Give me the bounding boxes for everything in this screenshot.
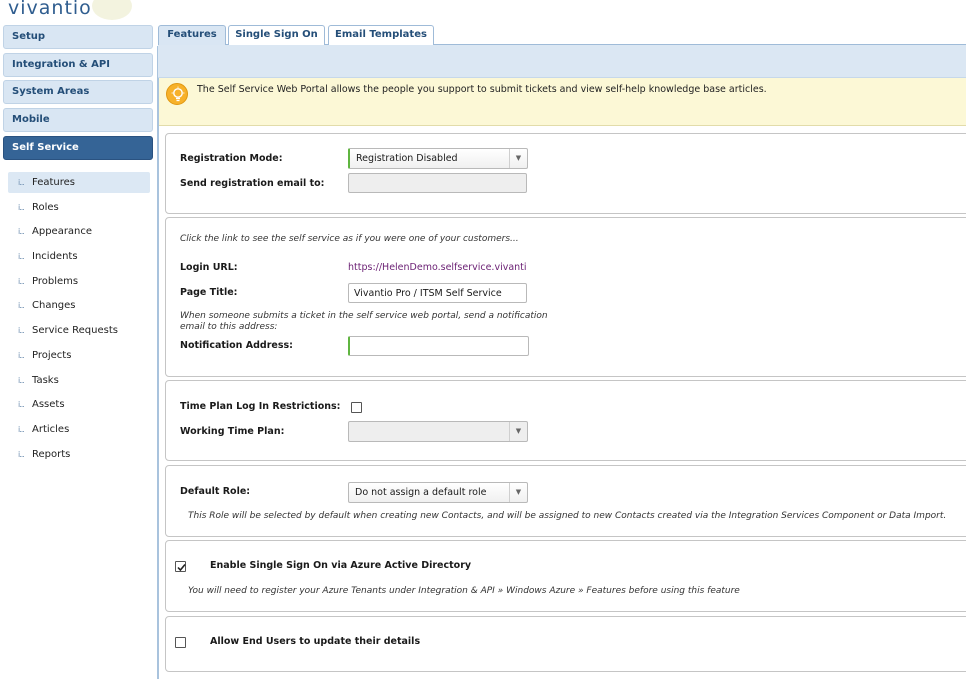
tab-single-sign-on[interactable]: Single Sign On [228,25,325,45]
nav-group-setup[interactable]: Setup [3,25,153,49]
tree-connector-icon: i... [18,424,25,434]
info-banner: The Self Service Web Portal allows the p… [159,78,966,126]
chevron-down-icon: ▼ [509,149,527,168]
registration-email-field[interactable] [348,173,527,193]
subnav-item-problems[interactable]: i... Problems [8,271,150,292]
default-role-select[interactable]: Do not assign a default role ▼ [348,482,528,503]
registration-mode-select[interactable]: Registration Disabled ▼ [348,148,528,169]
portal-settings-panel: Click the link to see the self service a… [165,217,966,377]
vivantio-logo: vivantio [8,0,92,19]
tab-email-templates[interactable]: Email Templates [328,25,434,45]
default-role-hint: This Role will be selected by default wh… [188,511,947,521]
subnav-item-label: Changes [32,300,76,312]
portal-hint-text: Click the link to see the self service a… [180,234,519,244]
logo-decoration [92,0,132,20]
working-time-plan-label: Working Time Plan: [180,426,285,437]
subnav-item-features[interactable]: i... Features [8,172,150,193]
subnav-item-changes[interactable]: i... Changes [8,295,150,316]
tree-connector-icon: i... [18,449,25,459]
nav-divider [157,46,159,679]
registration-email-label: Send registration email to: [180,178,325,189]
registration-panel: Registration Mode: Registration Disabled… [165,133,966,214]
self-service-subnav: i... Features i... Roles i... Appearance i.… [8,172,150,468]
subnav-item-label: Incidents [32,251,78,263]
end-user-update-label: Allow End Users to update their details [210,636,421,647]
subnav-item-roles[interactable]: i... Roles [8,197,150,218]
single-sign-on-panel: Enable Single Sign On via Azure Active D… [165,540,966,612]
notification-hint-line1: When someone submits a ticket in the sel… [180,311,548,321]
tree-connector-icon: i... [18,326,25,336]
nav-group-system-areas[interactable]: System Areas [3,80,153,104]
end-user-update-checkbox[interactable] [175,637,186,648]
subnav-item-label: Problems [32,275,79,287]
tree-connector-icon: i... [18,252,25,262]
registration-mode-label: Registration Mode: [180,153,283,164]
time-plan-panel: Time Plan Log In Restrictions: Working T… [165,380,966,461]
tree-connector-icon: i... [18,350,25,360]
tab-features[interactable]: Features [158,25,226,45]
subnav-item-tasks[interactable]: i... Tasks [8,370,150,391]
checkmark-icon [177,563,186,572]
info-text: The Self Service Web Portal allows the p… [197,84,767,95]
tree-connector-icon: i... [18,276,25,286]
subnav-item-reports[interactable]: i... Reports [8,444,150,465]
login-url-link[interactable]: https://HelenDemo.selfservice.vivanti [348,262,527,273]
sso-enable-label: Enable Single Sign On via Azure Active D… [210,560,472,571]
notification-address-label: Notification Address: [180,340,293,351]
subnav-item-label: Reports [32,448,71,460]
end-user-panel: Allow End Users to update their details [165,616,966,672]
sso-hint: You will need to register your Azure Ten… [188,586,740,596]
subnav-item-label: Roles [32,201,59,213]
nav-group-mobile[interactable]: Mobile [3,108,153,132]
page-title-field[interactable] [348,283,527,303]
subnav-item-label: Appearance [32,226,93,238]
subnav-item-label: Articles [32,423,70,435]
time-plan-restrictions-checkbox[interactable] [351,402,362,413]
tree-connector-icon: i... [18,301,25,311]
subnav-item-label: Assets [32,399,65,411]
subnav-item-appearance[interactable]: i... Appearance [8,221,150,242]
tree-connector-icon: i... [18,178,25,187]
page-title-label: Page Title: [180,287,238,298]
subnav-item-label: Service Requests [32,325,118,337]
subnav-item-incidents[interactable]: i... Incidents [8,246,150,267]
nav-group-integration-api[interactable]: Integration & API [3,53,153,77]
working-time-plan-select[interactable]: ▼ [348,421,528,442]
notification-hint-line2: email to this address: [180,322,278,332]
subnav-item-label: Features [32,177,75,188]
subnav-item-projects[interactable]: i... Projects [8,345,150,366]
subnav-item-service-requests[interactable]: i... Service Requests [8,320,150,341]
time-plan-restrictions-label: Time Plan Log In Restrictions: [180,401,341,412]
lightbulb-icon [166,83,188,105]
registration-mode-value: Registration Disabled [356,153,458,164]
default-role-value: Do not assign a default role [355,487,487,498]
subnav-item-label: Projects [32,349,72,361]
notification-address-field[interactable] [348,336,529,356]
subnav-item-label: Tasks [32,374,59,386]
tab-band [158,44,966,78]
tree-connector-icon: i... [18,375,25,385]
tree-connector-icon: i... [18,202,25,212]
subnav-item-assets[interactable]: i... Assets [8,394,150,415]
login-url-label: Login URL: [180,262,238,273]
chevron-down-icon: ▼ [509,422,527,441]
nav-group-self-service[interactable]: Self Service [3,136,153,160]
tree-connector-icon: i... [18,227,25,237]
chevron-down-icon: ▼ [509,483,527,502]
sso-enable-checkbox[interactable] [175,561,186,572]
default-role-panel: Default Role: Do not assign a default ro… [165,465,966,537]
tree-connector-icon: i... [18,400,25,410]
subnav-item-articles[interactable]: i... Articles [8,419,150,440]
default-role-label: Default Role: [180,486,251,497]
